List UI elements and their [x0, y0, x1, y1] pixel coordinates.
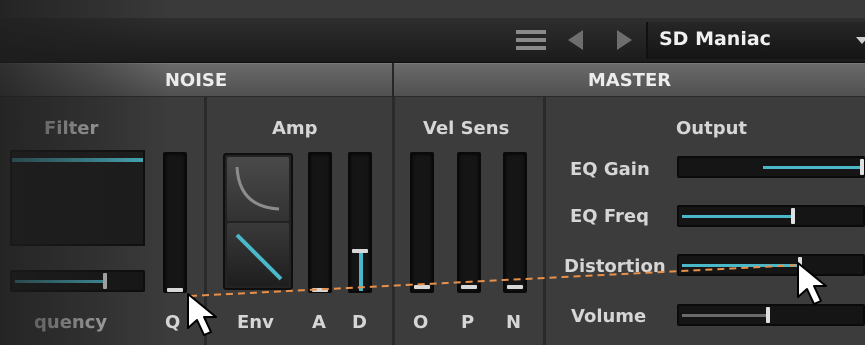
a-label: A: [312, 312, 326, 333]
distortion-slider-fill: [682, 264, 798, 267]
attack-slider[interactable]: [308, 152, 332, 293]
o-label: O: [413, 312, 429, 333]
eq-gain-label: EQ Gain: [570, 159, 650, 180]
distortion-label: Distortion: [564, 256, 666, 277]
frequency-slider[interactable]: [10, 270, 145, 292]
q-slider-handle[interactable]: [167, 288, 183, 292]
filter-curve-display[interactable]: [10, 150, 145, 246]
volume-slider-fill: [682, 314, 766, 317]
output-label: Output: [676, 118, 748, 139]
eq-freq-label: EQ Freq: [570, 206, 649, 227]
p-label: P: [461, 312, 475, 333]
vel-sens-o-handle[interactable]: [414, 285, 430, 289]
decay-slider[interactable]: [348, 152, 372, 293]
noise-section-header: NOISE: [0, 63, 392, 97]
linear-decay-icon: [235, 233, 283, 281]
decay-slider-fill: [359, 249, 363, 291]
vel-sens-label: Vel Sens: [423, 118, 510, 139]
exp-curve-button[interactable]: [227, 157, 289, 221]
d-label: D: [352, 312, 367, 333]
decay-slider-handle[interactable]: [352, 249, 368, 253]
volume-slider[interactable]: [677, 304, 865, 326]
left-arrow-icon[interactable]: [568, 30, 583, 50]
preset-name: SD Maniac: [659, 28, 771, 50]
master-section-header: MASTER: [394, 63, 865, 97]
filter-curve-line: [12, 158, 143, 162]
volume-slider-handle[interactable]: [766, 307, 770, 323]
linear-curve-button[interactable]: [227, 223, 289, 286]
eq-freq-slider-handle[interactable]: [791, 208, 795, 224]
env-shape-selector[interactable]: [223, 153, 293, 290]
eq-gain-slider[interactable]: [677, 156, 865, 178]
eq-gain-slider-fill: [763, 166, 860, 169]
preset-selector[interactable]: SD Maniac: [648, 22, 865, 59]
distortion-slider[interactable]: [677, 254, 865, 276]
vel-sens-p-handle[interactable]: [461, 285, 477, 289]
caret-down-icon: [856, 37, 865, 44]
volume-label: Volume: [571, 306, 647, 327]
distortion-slider-handle[interactable]: [798, 257, 802, 273]
hamburger-menu-icon[interactable]: [516, 28, 546, 52]
frequency-slider-handle[interactable]: [103, 273, 107, 289]
env-label: Env: [237, 312, 274, 333]
vel-sens-n-slider[interactable]: [503, 152, 527, 293]
window-top-strip: [0, 0, 865, 18]
amp-label: Amp: [272, 118, 318, 139]
q-slider[interactable]: [163, 152, 187, 293]
n-label: N: [506, 312, 522, 333]
frequency-slider-fill: [15, 280, 103, 283]
eq-freq-slider-fill: [682, 215, 791, 218]
frequency-label: quency: [34, 312, 108, 333]
filter-label: Filter: [44, 118, 99, 139]
vel-sens-n-handle[interactable]: [507, 285, 523, 289]
vel-sens-p-slider[interactable]: [457, 152, 481, 293]
q-label: Q: [165, 312, 181, 333]
right-arrow-icon[interactable]: [617, 30, 632, 50]
attack-slider-handle[interactable]: [312, 288, 328, 292]
eq-freq-slider[interactable]: [677, 205, 865, 227]
exponential-curve-icon: [235, 166, 280, 211]
vel-sens-o-slider[interactable]: [410, 152, 434, 293]
eq-gain-slider-handle[interactable]: [860, 159, 864, 175]
preset-toolbar: SD Maniac: [0, 18, 865, 63]
